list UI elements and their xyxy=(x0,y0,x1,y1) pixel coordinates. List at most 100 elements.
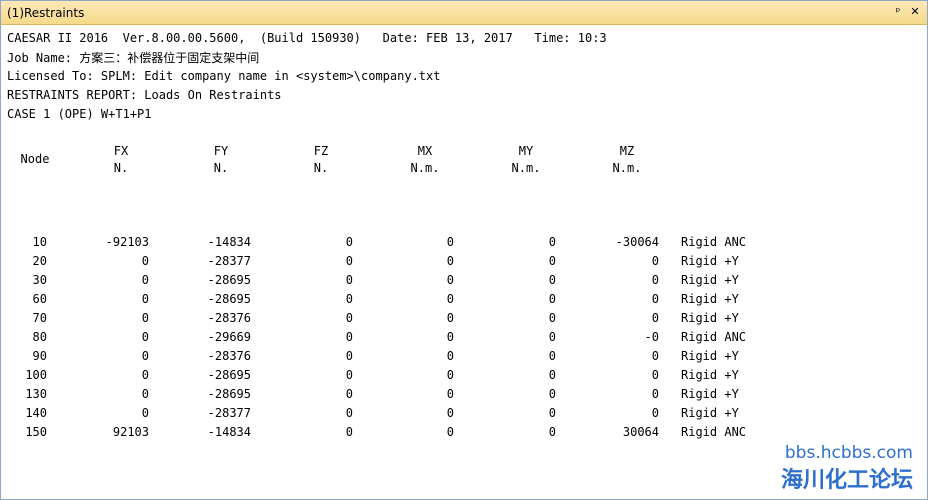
cell-node: 10 xyxy=(32,235,47,249)
cell-fz: 0 xyxy=(345,273,353,287)
cell-type: Rigid +Y xyxy=(681,387,739,401)
col-header-fz: FZ xyxy=(313,144,329,158)
cell-my: 0 xyxy=(548,235,556,249)
restraints-window: (1)Restraints ᵖ ✕ CAESAR II 2016 Ver.8.0… xyxy=(0,0,928,500)
cell-mx: 0 xyxy=(446,292,454,306)
cell-fz: 0 xyxy=(345,406,353,420)
cell-my: 0 xyxy=(548,311,556,325)
cell-my: 0 xyxy=(548,330,556,344)
cell-fx: 0 xyxy=(141,273,149,287)
cell-fy: -28376 xyxy=(207,349,251,363)
cell-mz: 0 xyxy=(651,311,659,325)
cell-fz: 0 xyxy=(345,349,353,363)
cell-fz: 0 xyxy=(345,292,353,306)
cell-fx: 0 xyxy=(141,387,149,401)
col-unit-fy: N. xyxy=(213,161,229,175)
cell-fx: 92103 xyxy=(112,425,149,439)
col-header-my: MY xyxy=(518,144,534,158)
header-job-name: Job Name: 方案三：补偿器位于固定支架中间 xyxy=(7,51,260,65)
cell-mz: 0 xyxy=(651,406,659,420)
watermark-url: bbs.hcbbs.com xyxy=(784,443,913,463)
col-unit-mx: N.m. xyxy=(410,161,440,175)
cell-type: Rigid +Y xyxy=(681,254,739,268)
cell-my: 0 xyxy=(548,292,556,306)
cell-node: 100 xyxy=(25,368,47,382)
cell-node: 130 xyxy=(25,387,47,401)
cell-type: Rigid +Y xyxy=(681,349,739,363)
cell-fz: 0 xyxy=(345,387,353,401)
cell-fy: -28695 xyxy=(207,292,251,306)
cell-fy: -14834 xyxy=(207,425,251,439)
cell-type: Rigid ANC xyxy=(681,425,747,439)
cell-fy: -28377 xyxy=(207,254,251,268)
cell-fx: 0 xyxy=(141,254,149,268)
col-unit-mz: N.m. xyxy=(612,161,642,175)
cell-mx: 0 xyxy=(446,273,454,287)
pin-icon[interactable]: ᵖ xyxy=(891,5,905,19)
cell-my: 0 xyxy=(548,425,556,439)
cell-fy: -28695 xyxy=(207,368,251,382)
cell-mx: 0 xyxy=(446,330,454,344)
header-program-line: CAESAR II 2016 Ver.8.00.00.5600, (Build … xyxy=(7,31,607,45)
col-unit-my: N.m. xyxy=(511,161,541,175)
cell-mx: 0 xyxy=(446,349,454,363)
cell-type: Rigid +Y xyxy=(681,311,739,325)
cell-mx: 0 xyxy=(446,387,454,401)
cell-node: 70 xyxy=(32,311,47,325)
cell-mz: 30064 xyxy=(622,425,659,439)
cell-fy: -28376 xyxy=(207,311,251,325)
cell-mz: 0 xyxy=(651,292,659,306)
cell-type: Rigid +Y xyxy=(681,273,739,287)
cell-my: 0 xyxy=(548,387,556,401)
cell-node: 30 xyxy=(32,273,47,287)
title-bar[interactable]: (1)Restraints ᵖ ✕ xyxy=(1,1,927,25)
cell-fz: 0 xyxy=(345,311,353,325)
cell-mx: 0 xyxy=(446,235,454,249)
header-case: CASE 1 (OPE) W+T1+P1 xyxy=(7,107,152,121)
cell-mx: 0 xyxy=(446,425,454,439)
cell-fy: -28695 xyxy=(207,273,251,287)
cell-mz: 0 xyxy=(651,349,659,363)
cell-fz: 0 xyxy=(345,368,353,382)
cell-node: 80 xyxy=(32,330,47,344)
cell-fz: 0 xyxy=(345,235,353,249)
cell-fz: 0 xyxy=(345,425,353,439)
col-header-fy: FY xyxy=(213,144,229,158)
cell-mz: 0 xyxy=(651,254,659,268)
cell-fz: 0 xyxy=(345,254,353,268)
cell-fx: -92103 xyxy=(105,235,149,249)
report-content: CAESAR II 2016 Ver.8.00.00.5600, (Build … xyxy=(1,26,927,499)
cell-my: 0 xyxy=(548,254,556,268)
cell-type: Rigid +Y xyxy=(681,406,739,420)
cell-fx: 0 xyxy=(141,368,149,382)
cell-node: 20 xyxy=(32,254,47,268)
cell-mz: -0 xyxy=(644,330,659,344)
cell-type: Rigid +Y xyxy=(681,292,739,306)
cell-fx: 0 xyxy=(141,330,149,344)
cell-fz: 0 xyxy=(345,330,353,344)
cell-mx: 0 xyxy=(446,311,454,325)
col-header-mz: MZ xyxy=(619,144,635,158)
close-icon[interactable]: ✕ xyxy=(908,5,922,19)
cell-mz: 0 xyxy=(651,273,659,287)
cell-mz: 0 xyxy=(651,368,659,382)
cell-mx: 0 xyxy=(446,406,454,420)
cell-fx: 0 xyxy=(141,292,149,306)
cell-fx: 0 xyxy=(141,349,149,363)
cell-my: 0 xyxy=(548,406,556,420)
header-license: Licensed To: SPLM: Edit company name in … xyxy=(7,69,441,83)
col-header-node: Node xyxy=(20,152,50,166)
cell-node: 140 xyxy=(25,406,47,420)
cell-fy: -28377 xyxy=(207,406,251,420)
col-unit-fz: N. xyxy=(313,161,329,175)
cell-mx: 0 xyxy=(446,368,454,382)
cell-type: Rigid ANC xyxy=(681,235,747,249)
col-header-mx: MX xyxy=(417,144,433,158)
cell-mz: 0 xyxy=(651,387,659,401)
cell-fy: -14834 xyxy=(207,235,251,249)
cell-my: 0 xyxy=(548,273,556,287)
cell-node: 60 xyxy=(32,292,47,306)
cell-node: 150 xyxy=(25,425,47,439)
col-unit-fx: N. xyxy=(113,161,129,175)
cell-mz: -30064 xyxy=(615,235,659,249)
